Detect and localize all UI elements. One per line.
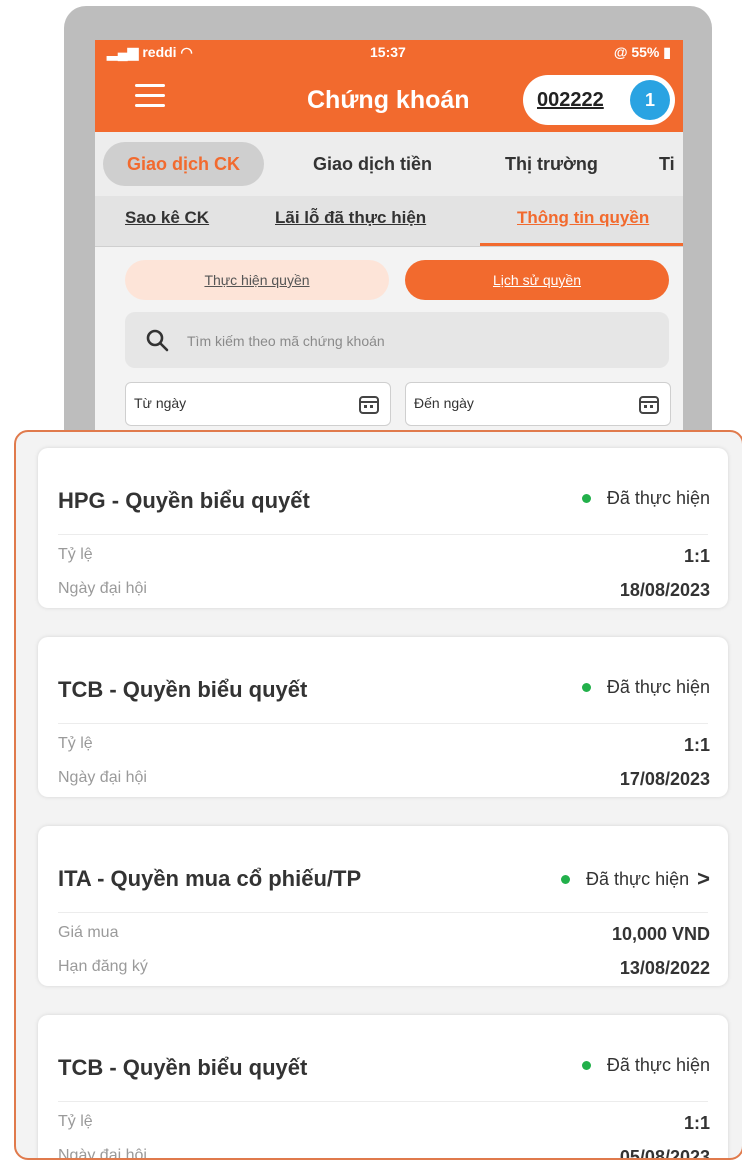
status-text: Đã thực hiện — [606, 677, 710, 697]
status-battery: @ 55% ▮ — [613, 44, 671, 60]
subtab-lai-lo[interactable]: Lãi lỗ đã thực hiện — [275, 208, 426, 228]
row-label: Ngày đại hội — [58, 1147, 147, 1160]
wifi-icon: ◠ — [180, 44, 193, 60]
row-value: 10,000 VND — [611, 924, 710, 944]
card-divider — [58, 723, 708, 724]
toggle-thuc-hien-quyen[interactable]: Thực hiện quyền — [125, 260, 389, 300]
tab-giao-dich-tien[interactable]: Giao dịch tiền — [313, 142, 432, 186]
tab-giao-dich-ck[interactable]: Giao dịch CK — [103, 142, 265, 186]
date-to-label: Đến ngày — [414, 395, 474, 411]
row-value: 13/08/2022 — [619, 958, 710, 978]
tab-thi-truong[interactable]: Thị trường — [505, 142, 598, 186]
main-tabs: Giao dịch CK Giao dịch tiền Thị trường T… — [95, 132, 683, 196]
date-from-field[interactable]: Từ ngày — [125, 382, 391, 426]
subtab-active-indicator — [480, 243, 683, 246]
account-badge: 1 — [630, 80, 670, 120]
row-value: 1:1 — [683, 546, 710, 566]
card-divider — [58, 1101, 708, 1102]
row-value: 1:1 — [683, 1113, 710, 1133]
record-title: TCB - Quyền biểu quyết — [58, 677, 308, 702]
status-time: 15:37 — [370, 44, 406, 60]
sub-tabs: Sao kê CK Lãi lỗ đã thực hiện Thông tin … — [95, 196, 683, 247]
row-label: Tỷ lệ — [58, 1113, 93, 1130]
row-label: Giá mua — [58, 924, 119, 941]
status-dot-icon — [581, 1061, 591, 1070]
subtab-thong-tin-quyen[interactable]: Thông tin quyền — [517, 208, 649, 228]
status-text: Đã thực hiện — [606, 1055, 710, 1075]
row-label: Ngày đại hội — [58, 580, 147, 597]
row-label: Tỷ lệ — [58, 546, 93, 563]
record-status: Đã thực hiện — [581, 677, 710, 698]
search-input[interactable] — [185, 312, 659, 370]
record-title: ITA - Quyền mua cổ phiếu/TP — [58, 866, 362, 891]
record-card[interactable]: TCB - Quyền biểu quyết Đã thực hiện Tỷ l… — [38, 637, 728, 797]
row-value: 17/08/2023 — [619, 769, 710, 789]
rights-history-list: HPG - Quyền biểu quyết Đã thực hiện Tỷ l… — [14, 430, 742, 1160]
battery-icon: ▮ — [663, 44, 671, 60]
record-title: TCB - Quyền biểu quyết — [58, 1055, 308, 1080]
app-header: ▂▄▆ reddi ◠ 15:37 @ 55% ▮ Chứng khoán 00… — [95, 40, 683, 132]
record-card[interactable]: TCB - Quyền biểu quyết Đã thực hiện Tỷ l… — [38, 1015, 728, 1160]
row-value: 18/08/2023 — [619, 580, 710, 600]
alarm-icon: @ — [613, 44, 628, 60]
row-value: 1:1 — [683, 735, 710, 755]
status-dot-icon — [581, 494, 591, 503]
toggle-lich-su-quyen[interactable]: Lịch sử quyền — [405, 260, 669, 300]
record-status: Đã thực hiện — [581, 1055, 710, 1076]
record-status: Đã thực hiện > — [561, 866, 710, 892]
card-divider — [58, 912, 708, 913]
record-card[interactable]: HPG - Quyền biểu quyết Đã thực hiện Tỷ l… — [38, 448, 728, 608]
search-bar — [125, 312, 669, 370]
row-label: Hạn đăng ký — [58, 958, 148, 975]
account-selector[interactable]: 002222 1 — [523, 75, 675, 125]
status-carrier: ▂▄▆ reddi ◠ — [107, 44, 193, 60]
chevron-right-icon[interactable]: > — [697, 866, 710, 892]
status-dot-icon — [581, 683, 591, 692]
menu-icon[interactable] — [135, 84, 165, 108]
calendar-icon[interactable] — [358, 393, 380, 415]
subtab-sao-ke-ck[interactable]: Sao kê CK — [125, 208, 209, 228]
search-icon — [146, 329, 169, 352]
account-number: 002222 — [537, 89, 604, 111]
record-card[interactable]: ITA - Quyền mua cổ phiếu/TP Đã thực hiện… — [38, 826, 728, 986]
status-text: Đã thực hiện — [606, 488, 710, 508]
row-value: 05/08/2023 — [619, 1147, 710, 1160]
row-label: Ngày đại hội — [58, 769, 147, 786]
app-screen: ▂▄▆ reddi ◠ 15:37 @ 55% ▮ Chứng khoán 00… — [95, 40, 683, 460]
date-to-field[interactable]: Đến ngày — [405, 382, 671, 426]
record-status: Đã thực hiện — [581, 488, 710, 509]
row-label: Tỷ lệ — [58, 735, 93, 752]
signal-icon: ▂▄▆ — [107, 44, 139, 60]
page-title: Chứng khoán — [307, 86, 470, 114]
tab-ti[interactable]: Ti — [659, 142, 675, 186]
record-title: HPG - Quyền biểu quyết — [58, 488, 310, 513]
card-divider — [58, 534, 708, 535]
status-text: Đã thực hiện — [586, 868, 690, 889]
status-dot-icon — [561, 874, 571, 884]
calendar-icon[interactable] — [638, 393, 660, 415]
date-from-label: Từ ngày — [134, 395, 187, 411]
